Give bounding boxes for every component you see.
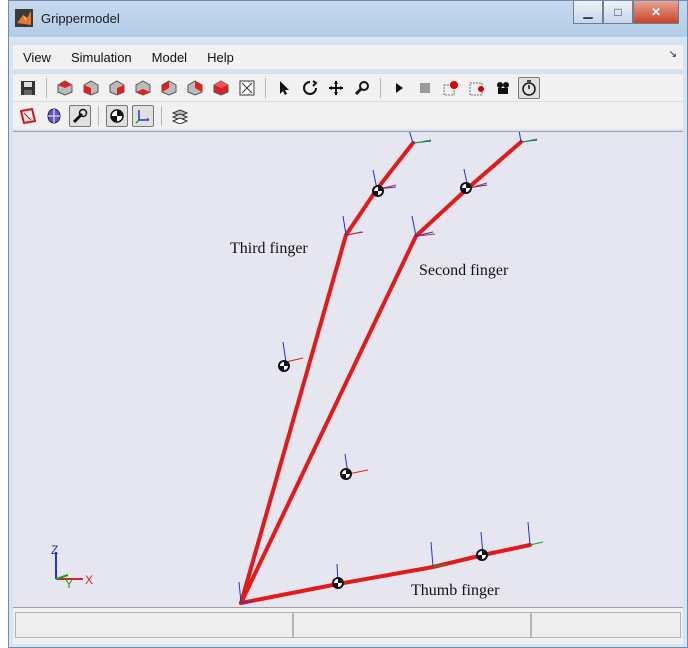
grippermodel-window: Grippermodel ▁ □ ✕ View Simulation Model… (8, 0, 688, 648)
menu-model[interactable]: Model (142, 50, 197, 65)
window-title: Grippermodel (41, 11, 120, 26)
com-marker (278, 360, 290, 372)
camera-button[interactable] (492, 77, 514, 99)
stop-icon (420, 82, 430, 93)
zoom-icon (354, 80, 369, 95)
red-frame-button[interactable] (17, 105, 39, 127)
status-cell-right (531, 612, 681, 638)
toolbar-separator (161, 105, 162, 126)
matlab-app-icon (15, 9, 33, 27)
pointer-icon (280, 80, 289, 95)
menu-bar: View Simulation Model Help ↘ (13, 45, 683, 69)
red-frame-icon (20, 107, 36, 124)
cube-view-icon (135, 79, 151, 96)
y-axis-label: Y (65, 577, 73, 591)
fit-view-button[interactable] (236, 77, 258, 99)
view-cube-button-4[interactable] (132, 77, 154, 99)
cube-view-icon (161, 79, 177, 96)
maximize-button[interactable]: □ (603, 1, 633, 24)
main-toolbar (13, 73, 683, 101)
com-marker (340, 468, 352, 480)
third-finger-label: Third finger (230, 240, 308, 257)
z-axis-label: Z (51, 543, 58, 557)
center-of-mass-icon (110, 108, 124, 123)
camera-icon (497, 81, 509, 94)
record-start-button[interactable] (440, 77, 462, 99)
center-of-mass-markers (278, 182, 488, 589)
pointer-button[interactable] (273, 77, 295, 99)
pan-icon (329, 80, 343, 95)
timer-button[interactable] (518, 76, 540, 99)
toolbar-separator (98, 105, 99, 126)
display-toolbar (13, 101, 683, 129)
view-cube-button-6[interactable] (184, 77, 206, 99)
cube-view-icon (213, 79, 229, 96)
wrench-button[interactable] (69, 104, 91, 127)
center-of-mass-button[interactable] (106, 104, 128, 127)
minimize-button[interactable]: ▁ (573, 1, 603, 24)
view-cube-button-7[interactable] (210, 77, 232, 99)
minimize-icon: ▁ (583, 5, 593, 19)
com-marker (332, 577, 344, 589)
zoom-button[interactable] (351, 77, 373, 99)
com-marker (460, 182, 472, 194)
globe-button[interactable] (43, 105, 65, 127)
pan-button[interactable] (325, 77, 347, 99)
view-cube-button-1[interactable] (54, 77, 76, 99)
com-marker (476, 549, 488, 561)
close-button[interactable]: ✕ (633, 1, 679, 24)
toolbar-separator (46, 77, 47, 98)
3d-viewport[interactable]: Third finger Second finger Thumb finger … (13, 129, 683, 607)
menu-simulation[interactable]: Simulation (61, 50, 142, 65)
timer-icon (522, 79, 536, 96)
close-icon: ✕ (650, 5, 662, 19)
wrench-icon (72, 108, 88, 123)
x-axis-label: X (85, 573, 93, 587)
view-cube-button-5[interactable] (158, 77, 180, 99)
fit-view-icon (239, 80, 255, 95)
status-cell-main (15, 612, 293, 638)
play-icon (396, 82, 403, 93)
third-finger-links (239, 141, 415, 605)
toolbar-separator (380, 77, 381, 98)
cube-view-icon (83, 79, 99, 96)
view-cube-button-3[interactable] (106, 77, 128, 99)
status-cell-middle (293, 612, 531, 638)
toolbar-separator (265, 77, 266, 98)
title-bar: Grippermodel ▁ □ ✕ (9, 1, 687, 37)
gripper-scene[interactable]: Third finger Second finger Thumb finger … (13, 129, 683, 607)
maximize-icon: □ (614, 5, 622, 19)
layers-button[interactable] (169, 105, 191, 127)
second-finger-label: Second finger (419, 262, 509, 279)
menu-view[interactable]: View (13, 50, 61, 65)
save-button[interactable] (17, 77, 39, 99)
save-icon (21, 80, 35, 95)
record-stop-icon (469, 82, 484, 95)
globe-icon (47, 108, 61, 123)
record-start-icon (443, 80, 458, 95)
cube-view-icon (57, 79, 73, 96)
layers-icon (172, 108, 188, 124)
com-marker (372, 185, 384, 197)
record-stop-button[interactable] (466, 77, 488, 99)
thumb-finger-label: Thumb finger (411, 582, 500, 599)
menu-dock-icon[interactable]: ↘ (669, 49, 677, 60)
orientation-axes: Z Y X (51, 543, 93, 591)
window-controls: ▁ □ ✕ (573, 1, 679, 25)
view-cube-button-2[interactable] (80, 77, 102, 99)
status-bar (13, 607, 683, 644)
second-finger-links (239, 140, 523, 605)
axes-icon (135, 109, 150, 124)
rotate-icon (303, 79, 318, 95)
stop-button[interactable] (414, 77, 436, 99)
menu-help[interactable]: Help (197, 50, 244, 65)
cube-view-icon (109, 79, 125, 96)
play-button[interactable] (388, 77, 410, 99)
rotate-button[interactable] (299, 77, 321, 99)
cube-view-icon (187, 79, 203, 96)
axes-button[interactable] (132, 104, 154, 127)
